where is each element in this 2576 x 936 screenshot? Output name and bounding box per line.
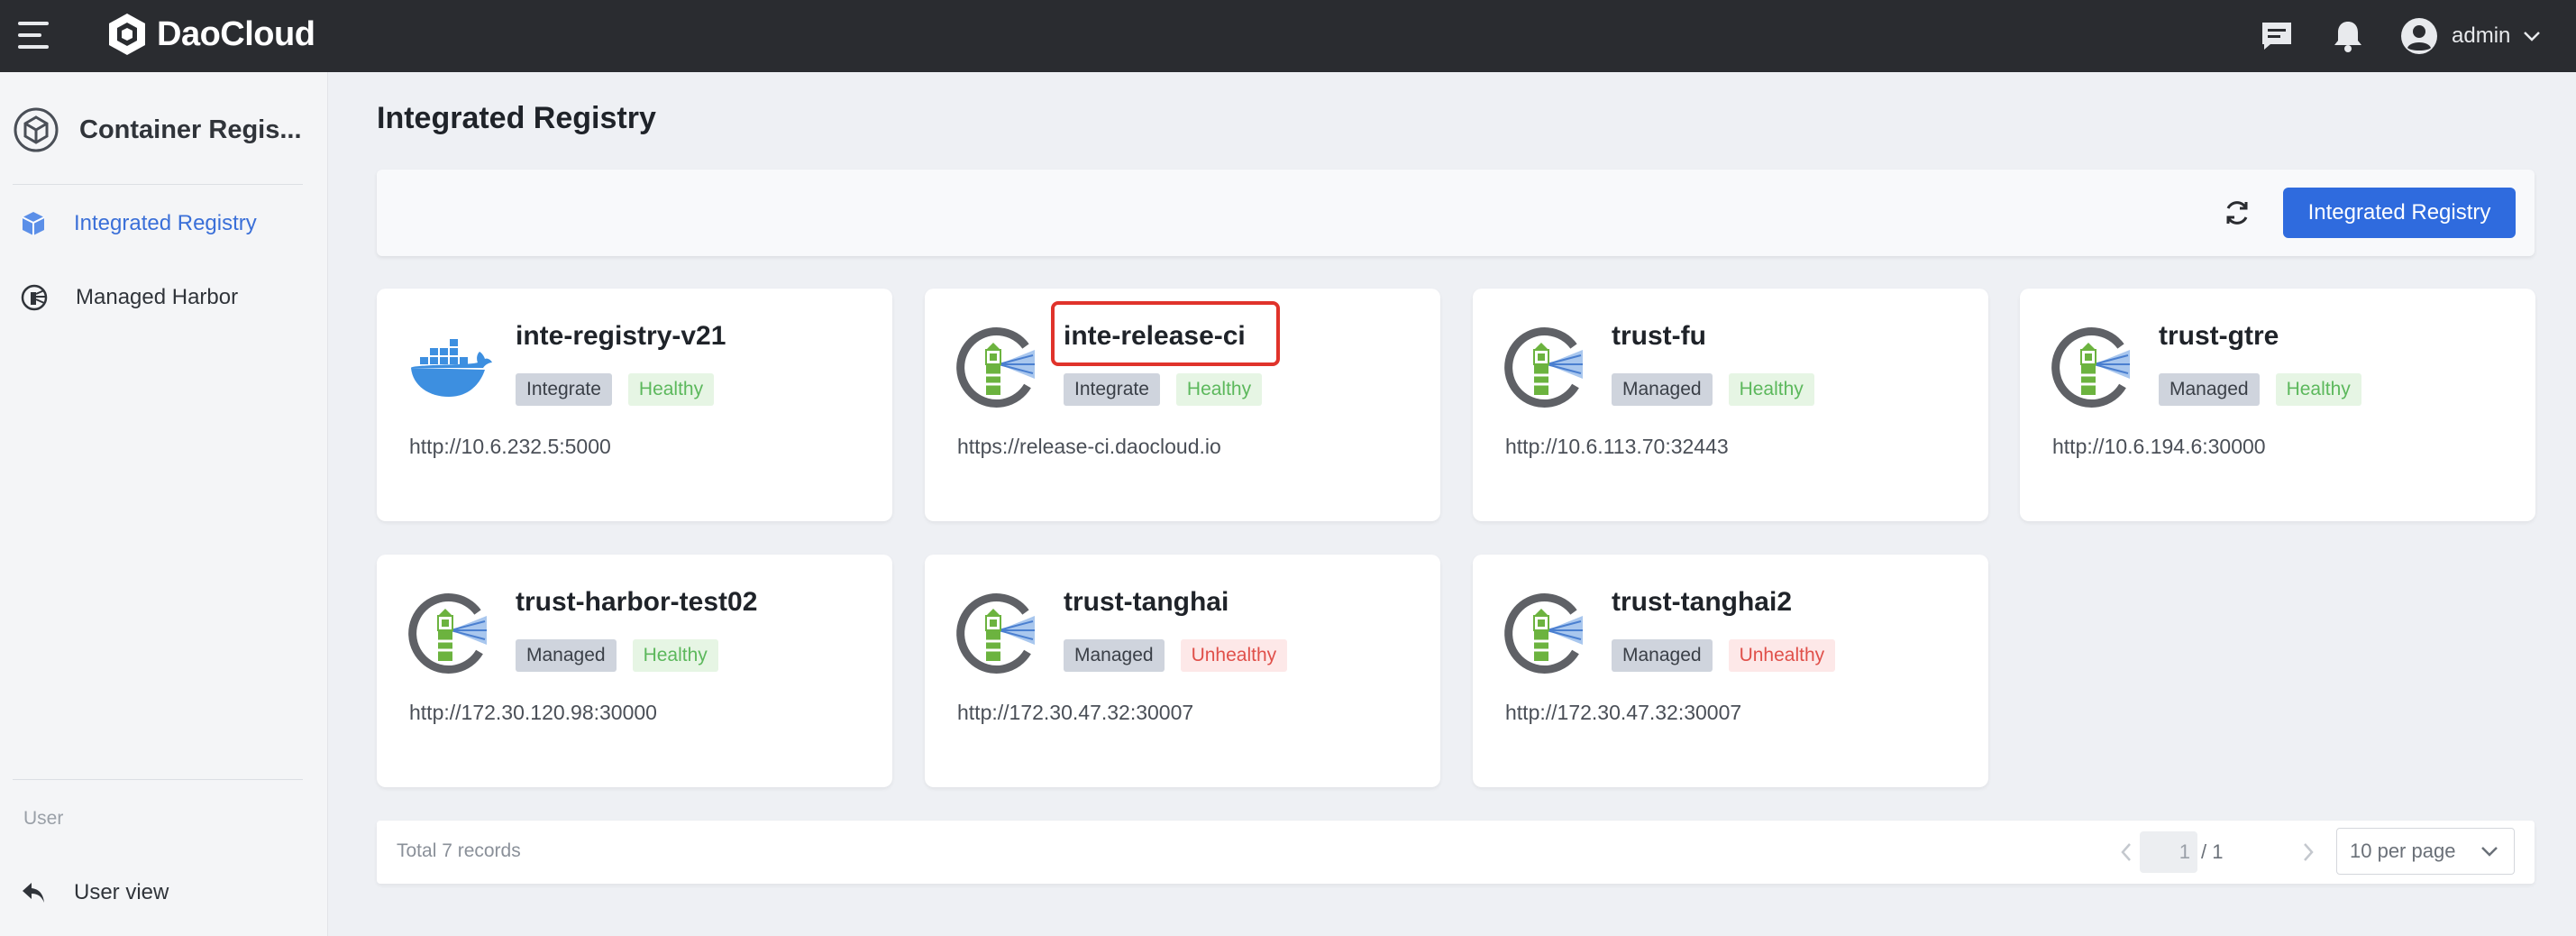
back-arrow-icon	[23, 883, 44, 903]
harbor-icon	[956, 327, 1035, 408]
page-size-value: 10 per page	[2350, 840, 2456, 862]
type-badge: Managed	[1612, 639, 1713, 672]
brand-name: DaoCloud	[157, 14, 315, 53]
tag-group: Managed Healthy	[516, 639, 735, 672]
user-name: admin	[2452, 23, 2511, 48]
chevron-down-icon	[2481, 847, 2498, 857]
toolbar	[377, 170, 2535, 256]
registry-card[interactable]: inte-registry-v21 Integrate Healthy http…	[377, 289, 892, 521]
sidebar-item-managed-harbor[interactable]: Managed Harbor	[20, 274, 308, 321]
registry-name: trust-gtre	[2159, 321, 2279, 351]
brand-logo[interactable]: DaoCloud	[106, 7, 315, 61]
sidebar-item-integrated-registry[interactable]: Integrated Registry	[20, 200, 308, 247]
page-title: Integrated Registry	[377, 101, 656, 135]
message-icon[interactable]	[2255, 14, 2298, 58]
daocloud-logo-icon	[109, 14, 145, 55]
registry-url: http://10.6.232.5:5000	[409, 435, 611, 458]
status-badge: Unhealthy	[1180, 639, 1288, 672]
type-badge: Managed	[2159, 373, 2260, 406]
registry-url: http://172.30.47.32:30007	[957, 701, 1194, 724]
registry-name: trust-harbor-test02	[516, 587, 758, 617]
registry-card[interactable]: trust-tanghai Managed Unhealthy http://1…	[925, 555, 1440, 787]
sidebar-item-user-view[interactable]: User view	[20, 869, 308, 916]
pagination-bar: Total 7 records / 1 10 per page	[377, 821, 2535, 884]
registry-name: trust-fu	[1612, 321, 1706, 351]
sidebar-item-label: User view	[74, 880, 169, 904]
tag-group: Integrate Healthy	[516, 373, 730, 406]
tag-group: Managed Healthy	[1612, 373, 1831, 406]
sidebar-divider	[13, 779, 303, 780]
status-badge: Healthy	[632, 639, 718, 672]
sidebar-item-label: Managed Harbor	[76, 285, 239, 309]
user-menu[interactable]: admin	[2399, 9, 2541, 63]
harbor-icon	[1504, 327, 1583, 408]
type-badge: Managed	[1064, 639, 1165, 672]
type-badge: Integrate	[1064, 373, 1160, 406]
harbor-icon	[21, 284, 48, 311]
harbor-icon	[408, 593, 487, 674]
tag-group: Managed Healthy	[2159, 373, 2378, 406]
module-header: Container Regis...	[13, 103, 302, 157]
registry-card[interactable]: trust-harbor-test02 Managed Healthy http…	[377, 555, 892, 787]
registry-url: http://172.30.47.32:30007	[1505, 701, 1742, 724]
status-badge: Healthy	[1175, 373, 1263, 406]
status-badge: Healthy	[1728, 373, 1814, 406]
page-total: / 1	[2201, 840, 2224, 863]
registry-url: http://172.30.120.98:30000	[409, 701, 657, 724]
sidebar-item-label: Integrated Registry	[74, 211, 257, 235]
registry-card[interactable]: trust-gtre Managed Healthy http://10.6.1…	[2020, 289, 2535, 521]
sidebar-section-user: User	[23, 808, 64, 829]
registry-card[interactable]: inte-release-ci Integrate Healthy https:…	[925, 289, 1440, 521]
harbor-icon	[2051, 327, 2130, 408]
chevron-down-icon	[2524, 32, 2541, 41]
tag-group: Integrate Healthy	[1064, 373, 1278, 406]
chevron-right-icon[interactable]	[2289, 833, 2327, 871]
docker-icon	[411, 339, 492, 397]
refresh-icon[interactable]	[2217, 193, 2257, 233]
bell-icon[interactable]	[2326, 14, 2370, 58]
tag-group: Managed Unhealthy	[1612, 639, 1851, 672]
integrated-registry-button[interactable]: Integrated Registry	[2283, 188, 2516, 238]
status-badge: Unhealthy	[1728, 639, 1836, 672]
page-number-input[interactable]	[2140, 831, 2197, 873]
module-title: Container Regis...	[79, 115, 302, 144]
sidebar-divider	[13, 184, 303, 185]
top-navbar: DaoCloud admin	[0, 0, 2576, 72]
harbor-icon	[1504, 593, 1583, 674]
user-avatar-icon	[2401, 18, 2437, 54]
registry-url: http://10.6.194.6:30000	[2052, 435, 2266, 458]
sidebar: Container Regis... Integrated Registry M…	[0, 72, 328, 936]
registry-card[interactable]: trust-tanghai2 Managed Unhealthy http://…	[1473, 555, 1988, 787]
harbor-icon	[956, 593, 1035, 674]
container-registry-icon	[14, 107, 59, 152]
type-badge: Integrate	[516, 373, 612, 406]
total-records: Total 7 records	[397, 840, 521, 861]
tag-group: Managed Unhealthy	[1064, 639, 1303, 672]
cube-icon	[22, 212, 45, 235]
registry-name: trust-tanghai	[1064, 587, 1229, 617]
registry-url: http://10.6.113.70:32443	[1505, 435, 1729, 458]
page-size-select[interactable]: 10 per page	[2336, 828, 2515, 875]
registry-name: trust-tanghai2	[1612, 587, 1793, 617]
status-badge: Healthy	[627, 373, 715, 406]
type-badge: Managed	[516, 639, 617, 672]
registry-name: inte-registry-v21	[516, 321, 726, 351]
registry-url: https://release-ci.daocloud.io	[957, 435, 1221, 458]
registry-name: inte-release-ci	[1064, 321, 1246, 351]
type-badge: Managed	[1612, 373, 1713, 406]
status-badge: Healthy	[2275, 373, 2361, 406]
menu-icon[interactable]	[18, 18, 52, 54]
registry-card[interactable]: trust-fu Managed Healthy http://10.6.113…	[1473, 289, 1988, 521]
